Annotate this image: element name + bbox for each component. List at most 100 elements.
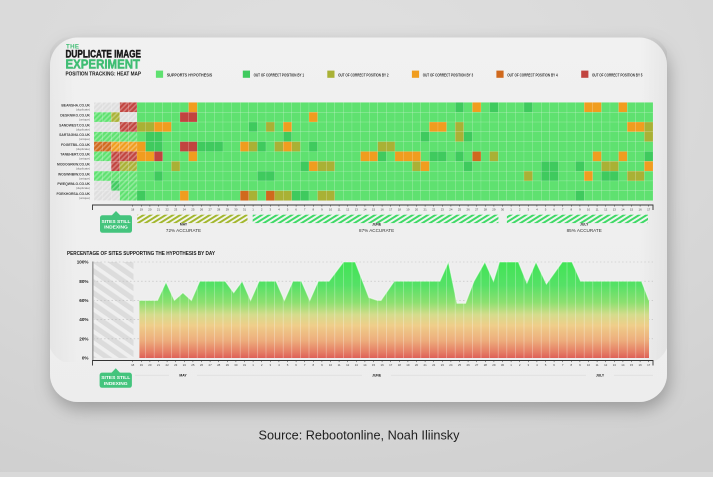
- svg-text:21: 21: [423, 207, 427, 211]
- svg-text:11: 11: [596, 207, 599, 211]
- svg-text:25: 25: [458, 207, 462, 211]
- svg-text:24: 24: [183, 363, 187, 367]
- svg-text:OUT OF CORRECT POSITION BY 2: OUT OF CORRECT POSITION BY 2: [338, 72, 389, 77]
- svg-text:(duplicate): (duplicate): [76, 108, 90, 112]
- svg-text:18: 18: [131, 363, 135, 367]
- svg-text:(duplicate): (duplicate): [76, 167, 90, 171]
- svg-text:INDEXING: INDEXING: [104, 381, 128, 387]
- svg-text:85% ACCURATE: 85% ACCURATE: [567, 228, 602, 233]
- svg-text:SUPPORTS HYPOTHESIS: SUPPORTS HYPOTHESIS: [167, 72, 213, 77]
- svg-text:(unique): (unique): [79, 176, 90, 180]
- svg-text:27: 27: [475, 207, 479, 211]
- svg-text:OUT OF CORRECT POSITION BY 5: OUT OF CORRECT POSITION BY 5: [592, 72, 643, 77]
- svg-text:10: 10: [587, 207, 591, 211]
- svg-text:28: 28: [217, 207, 221, 211]
- svg-text:31: 31: [243, 363, 247, 367]
- svg-text:10: 10: [329, 363, 333, 367]
- svg-text:25: 25: [191, 363, 195, 367]
- svg-text:SITES STILL: SITES STILL: [101, 219, 130, 225]
- svg-text:PERCENTAGE OF SITES SUPPORTING: PERCENTAGE OF SITES SUPPORTING THE HYPOT…: [67, 251, 215, 257]
- svg-text:16: 16: [380, 363, 384, 367]
- svg-text:15: 15: [372, 363, 376, 367]
- svg-text:31: 31: [243, 207, 247, 211]
- svg-text:16: 16: [380, 207, 384, 211]
- svg-text:20: 20: [415, 207, 419, 211]
- svg-text:100%: 100%: [77, 260, 89, 265]
- svg-text:28: 28: [484, 207, 488, 211]
- svg-text:(duplicate): (duplicate): [76, 186, 90, 190]
- svg-text:12: 12: [346, 207, 350, 211]
- svg-text:13: 13: [355, 207, 359, 211]
- svg-text:29: 29: [226, 207, 230, 211]
- svg-text:12: 12: [346, 363, 350, 367]
- svg-text:13: 13: [613, 363, 617, 367]
- svg-text:18: 18: [398, 207, 402, 211]
- svg-text:30: 30: [234, 363, 238, 367]
- svg-text:13: 13: [613, 207, 617, 211]
- svg-text:Source: Rebootonline, Noah Ili: Source: Rebootonline, Noah Iliinsky: [259, 429, 461, 443]
- svg-text:15: 15: [630, 207, 634, 211]
- svg-text:EXPERIMENT: EXPERIMENT: [66, 57, 141, 72]
- svg-text:20%: 20%: [79, 336, 88, 341]
- svg-text:26: 26: [200, 207, 204, 211]
- svg-text:24: 24: [449, 207, 453, 211]
- svg-text:(duplicate): (duplicate): [76, 127, 90, 131]
- svg-text:87% ACCURATE: 87% ACCURATE: [359, 228, 394, 233]
- svg-text:26: 26: [466, 207, 470, 211]
- svg-text:21: 21: [423, 363, 427, 367]
- svg-text:23: 23: [441, 207, 445, 211]
- svg-text:16: 16: [638, 363, 642, 367]
- svg-text:19: 19: [406, 363, 410, 367]
- svg-text:19: 19: [140, 363, 144, 367]
- svg-text:17: 17: [647, 363, 651, 367]
- svg-text:21: 21: [157, 363, 161, 367]
- svg-text:10: 10: [329, 207, 333, 211]
- svg-text:(unique): (unique): [79, 157, 90, 161]
- svg-text:OUT OF CORRECT POSITION BY 1: OUT OF CORRECT POSITION BY 1: [254, 72, 305, 77]
- svg-text:22: 22: [165, 207, 169, 211]
- svg-text:18: 18: [131, 207, 135, 211]
- svg-text:23: 23: [174, 207, 178, 211]
- svg-text:22: 22: [432, 363, 436, 367]
- svg-text:27: 27: [208, 363, 212, 367]
- svg-text:INDEXING: INDEXING: [104, 225, 128, 231]
- svg-text:OUT OF CORRECT POSITION BY 3: OUT OF CORRECT POSITION BY 3: [423, 72, 474, 77]
- svg-text:28: 28: [484, 363, 488, 367]
- svg-text:MAY: MAY: [180, 223, 188, 227]
- svg-text:12: 12: [604, 207, 608, 211]
- svg-text:24: 24: [449, 363, 453, 367]
- svg-text:26: 26: [200, 363, 204, 367]
- svg-text:23: 23: [174, 363, 178, 367]
- svg-text:60%: 60%: [79, 298, 88, 303]
- svg-text:20: 20: [415, 363, 419, 367]
- svg-text:SITES STILL: SITES STILL: [101, 375, 130, 381]
- svg-text:17: 17: [389, 363, 393, 367]
- svg-text:28: 28: [217, 363, 221, 367]
- svg-text:80%: 80%: [79, 279, 88, 284]
- svg-text:17: 17: [647, 207, 651, 211]
- svg-text:11: 11: [338, 363, 341, 367]
- svg-text:15: 15: [372, 207, 376, 211]
- svg-text:JUNE: JUNE: [372, 223, 382, 227]
- svg-text:JUNE: JUNE: [372, 373, 382, 377]
- svg-text:OUT OF CORRECT POSITION BY 4: OUT OF CORRECT POSITION BY 4: [507, 72, 558, 77]
- svg-text:20: 20: [148, 207, 152, 211]
- svg-text:26: 26: [466, 363, 470, 367]
- svg-text:20: 20: [148, 363, 152, 367]
- svg-text:14: 14: [621, 363, 625, 367]
- svg-text:JULY: JULY: [596, 373, 605, 377]
- svg-text:21: 21: [157, 207, 161, 211]
- svg-text:(unique): (unique): [79, 117, 90, 121]
- svg-text:22: 22: [165, 363, 169, 367]
- svg-text:24: 24: [183, 207, 187, 211]
- svg-text:14: 14: [363, 363, 367, 367]
- svg-text:30: 30: [234, 207, 238, 211]
- svg-text:11: 11: [338, 207, 341, 211]
- svg-text:10: 10: [587, 363, 591, 367]
- svg-text:16: 16: [638, 207, 642, 211]
- svg-text:14: 14: [621, 207, 625, 211]
- svg-text:30: 30: [501, 363, 505, 367]
- svg-text:MAY: MAY: [179, 373, 187, 377]
- svg-text:JULY: JULY: [580, 223, 589, 227]
- svg-text:12: 12: [604, 363, 608, 367]
